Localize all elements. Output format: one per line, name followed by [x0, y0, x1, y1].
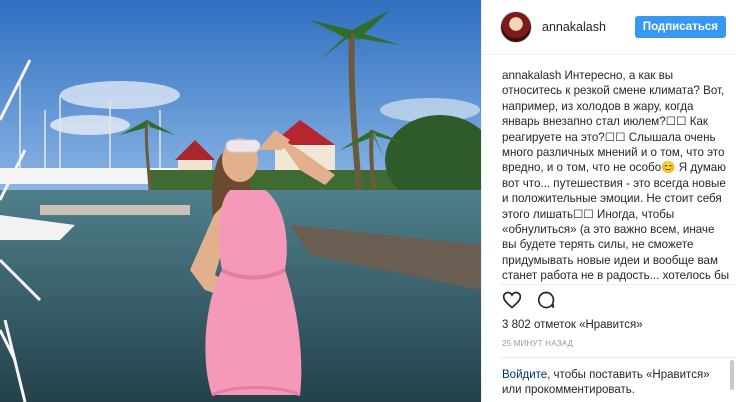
- username[interactable]: annakalash: [542, 20, 635, 34]
- divider: [500, 357, 736, 358]
- post-actions: [502, 290, 556, 310]
- login-link[interactable]: Войдите: [502, 369, 547, 381]
- login-prompt: Войдите, чтобы поставить «Нравится» или …: [502, 368, 732, 398]
- follow-button[interactable]: Подписаться: [634, 16, 726, 38]
- post-photo[interactable]: [0, 0, 481, 402]
- comment-icon[interactable]: [536, 290, 556, 310]
- avatar[interactable]: [500, 11, 532, 43]
- instagram-post: annakalash Подписаться annakalash Интере…: [0, 0, 736, 402]
- post-image: [0, 0, 481, 402]
- divider: [500, 284, 736, 285]
- likes-count[interactable]: 3 802 отметок «Нравится»: [502, 319, 643, 331]
- heart-icon[interactable]: [502, 290, 522, 310]
- caption-text: Интересно, а как вы относитесь к резкой …: [502, 69, 730, 283]
- post-caption: annakalash Интересно, а как вы относитес…: [502, 68, 730, 284]
- scrollbar[interactable]: [730, 360, 734, 390]
- post-timestamp: 25 МИНУТ НАЗАД: [502, 339, 574, 348]
- caption-username[interactable]: annakalash: [502, 69, 561, 82]
- post-sidebar: annakalash Подписаться annakalash Интере…: [481, 0, 736, 402]
- post-header: annakalash Подписаться: [482, 0, 736, 55]
